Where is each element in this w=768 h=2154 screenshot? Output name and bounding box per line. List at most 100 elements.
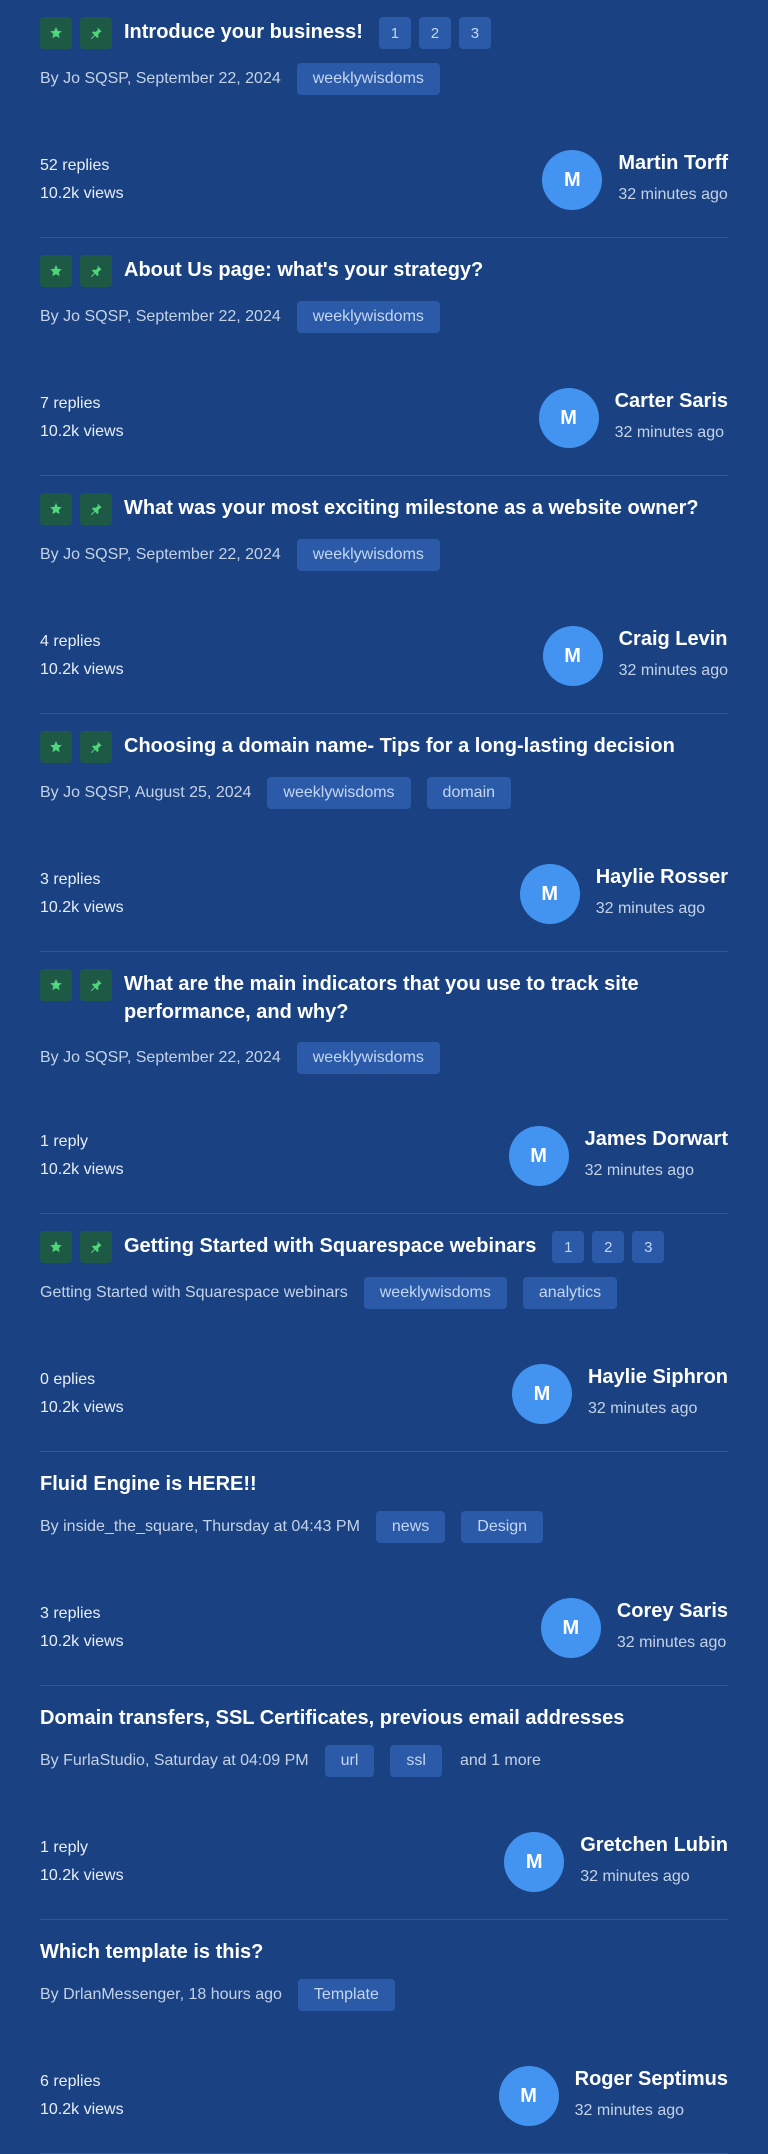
topic-title[interactable]: What was your most exciting milestone as… bbox=[124, 494, 699, 522]
avatar[interactable]: M bbox=[511, 1364, 572, 1424]
last-poster: M Corey Saris 32 minutes ago bbox=[540, 1596, 728, 1658]
last-poster: M Martin Torff 32 minutes ago bbox=[542, 150, 728, 210]
reply-count: 6 replies bbox=[40, 2073, 101, 2090]
view-count: 10.2k views bbox=[40, 1161, 124, 1178]
pin-icon[interactable] bbox=[80, 731, 112, 763]
topic-stats: 52 replies 10.2k views bbox=[40, 152, 124, 208]
tag-domain[interactable]: domain bbox=[426, 777, 512, 809]
last-poster-name[interactable]: Carter Saris bbox=[615, 386, 728, 416]
topic-stats: 1 reply 10.2k views bbox=[40, 1834, 124, 1890]
topic-title[interactable]: Choosing a domain name- Tips for a long-… bbox=[124, 732, 675, 760]
last-poster-name[interactable]: Craig Levin bbox=[619, 624, 728, 654]
tag-weeklywisdoms[interactable]: weeklywisdoms bbox=[363, 1277, 507, 1309]
avatar[interactable]: M bbox=[542, 150, 603, 210]
pin-icon[interactable] bbox=[80, 493, 112, 525]
topic-byline: By Jo SQSP, September 22, 2024 bbox=[40, 70, 281, 87]
last-post-time: 32 minutes ago bbox=[574, 2102, 685, 2119]
pin-icon[interactable] bbox=[80, 969, 112, 1001]
reply-count: 4 replies bbox=[40, 633, 101, 650]
avatar[interactable]: M bbox=[538, 388, 599, 448]
tag-template[interactable]: Template bbox=[297, 1979, 395, 2011]
topic-title[interactable]: Introduce your business! bbox=[124, 18, 363, 46]
avatar[interactable]: M bbox=[498, 2066, 559, 2126]
last-poster: M Gretchen Lubin 32 minutes ago bbox=[504, 1832, 728, 1892]
avatar[interactable]: M bbox=[540, 1598, 601, 1658]
topic-byline: By Jo SQSP, September 22, 2024 bbox=[40, 308, 281, 325]
topic-status-icons bbox=[40, 1231, 112, 1263]
last-poster-name[interactable]: Gretchen Lubin bbox=[580, 1830, 728, 1860]
tag-news[interactable]: news bbox=[375, 1511, 446, 1543]
reply-count: 7 replies bbox=[40, 395, 101, 412]
page-button-2[interactable]: 2 bbox=[592, 1231, 625, 1263]
view-count: 10.2k views bbox=[40, 661, 124, 678]
last-poster-name[interactable]: Haylie Rosser bbox=[596, 862, 728, 892]
tag-weeklywisdoms[interactable]: weeklywisdoms bbox=[296, 301, 440, 333]
star-icon[interactable] bbox=[40, 731, 72, 763]
avatar[interactable]: M bbox=[542, 626, 603, 686]
topic-byline: By Jo SQSP, September 22, 2024 bbox=[40, 1049, 281, 1066]
view-count: 10.2k views bbox=[40, 423, 124, 440]
topic-title[interactable]: What are the main indicators that you us… bbox=[124, 970, 728, 1026]
avatar[interactable]: M bbox=[519, 864, 580, 924]
topic-meta: By inside_the_square, Thursday at 04:43 … bbox=[40, 1511, 544, 1543]
star-icon[interactable] bbox=[40, 493, 72, 525]
topic-stats: 0 eplies 10.2k views bbox=[40, 1366, 124, 1422]
view-count: 10.2k views bbox=[40, 1633, 124, 1650]
topic-meta: By Jo SQSP, August 25, 2024 weeklywisdoms… bbox=[40, 777, 512, 809]
topic-stats: 4 replies 10.2k views bbox=[40, 628, 124, 684]
tag-weeklywisdoms[interactable]: weeklywisdoms bbox=[296, 539, 440, 571]
topic-meta: By Jo SQSP, September 22, 2024 weeklywisd… bbox=[40, 301, 440, 333]
view-count: 10.2k views bbox=[40, 185, 124, 202]
topic-title[interactable]: Getting Started with Squarespace webinar… bbox=[124, 1232, 536, 1260]
tag-weeklywisdoms[interactable]: weeklywisdoms bbox=[267, 777, 411, 809]
topic-title-row: Introduce your business! 1 2 3 bbox=[40, 17, 728, 49]
topic-status-icons bbox=[40, 731, 112, 763]
last-poster-name[interactable]: James Dorwart bbox=[585, 1124, 728, 1154]
topic-byline: By DrlanMessenger, 18 hours ago bbox=[40, 1986, 282, 2003]
topic-title[interactable]: Fluid Engine is HERE!! bbox=[40, 1470, 257, 1498]
topic-item: Which template is this? By DrlanMessenger… bbox=[40, 1938, 728, 2154]
page-button-3[interactable]: 3 bbox=[458, 17, 491, 49]
topic-title[interactable]: Which template is this? bbox=[40, 1938, 263, 1966]
avatar[interactable]: M bbox=[504, 1832, 565, 1892]
last-poster-info: Roger Septimus 32 minutes ago bbox=[575, 2064, 728, 2126]
topic-byline: By FurlaStudio, Saturday at 04:09 PM bbox=[40, 1752, 309, 1769]
topic-item: What was your most exciting milestone as… bbox=[40, 493, 728, 714]
topic-meta: By Jo SQSP, September 22, 2024 weeklywisd… bbox=[40, 539, 440, 571]
pin-icon[interactable] bbox=[80, 1231, 112, 1263]
topic-title[interactable]: About Us page: what's your strategy? bbox=[124, 256, 483, 284]
page-button-1[interactable]: 1 bbox=[552, 1231, 585, 1263]
avatar[interactable]: M bbox=[508, 1126, 569, 1186]
tag-ssl[interactable]: ssl bbox=[390, 1745, 442, 1777]
last-post-time: 32 minutes ago bbox=[616, 1634, 727, 1651]
topic-title[interactable]: Domain transfers, SSL Certificates, prev… bbox=[40, 1704, 624, 1732]
last-poster-name[interactable]: Haylie Siphron bbox=[588, 1362, 728, 1392]
tag-weeklywisdoms[interactable]: weeklywisdoms bbox=[296, 63, 440, 95]
last-poster-name[interactable]: Roger Septimus bbox=[575, 2064, 728, 2094]
topic-item: Choosing a domain name- Tips for a long-… bbox=[40, 731, 728, 952]
topic-stats: 3 replies 10.2k views bbox=[40, 866, 124, 922]
pin-icon[interactable] bbox=[80, 255, 112, 287]
tag-analytics[interactable]: analytics bbox=[522, 1277, 618, 1309]
page-button-2[interactable]: 2 bbox=[418, 17, 451, 49]
topic-pagination: 123 bbox=[552, 1231, 665, 1263]
tag-design[interactable]: Design bbox=[461, 1511, 544, 1543]
reply-count: 52 replies bbox=[40, 157, 110, 174]
page-button-3[interactable]: 3 bbox=[632, 1231, 665, 1263]
topic-meta: By Jo SQSP, September 22, 2024 weeklywisd… bbox=[40, 1042, 440, 1074]
topic-title-row: About Us page: what's your strategy? bbox=[40, 255, 728, 287]
star-icon[interactable] bbox=[40, 1231, 72, 1263]
last-post-time: 32 minutes ago bbox=[614, 424, 724, 441]
more-tags-link[interactable]: and 1 more bbox=[460, 1752, 541, 1770]
tag-weeklywisdoms[interactable]: weeklywisdoms bbox=[296, 1042, 440, 1074]
topic-item: What are the main indicators that you us… bbox=[40, 969, 728, 1214]
star-icon[interactable] bbox=[40, 969, 72, 1001]
tag-url[interactable]: url bbox=[324, 1745, 375, 1777]
last-poster: M Carter Saris 32 minutes ago bbox=[538, 386, 728, 448]
star-icon[interactable] bbox=[40, 17, 72, 49]
pin-icon[interactable] bbox=[80, 17, 112, 49]
star-icon[interactable] bbox=[40, 255, 72, 287]
last-poster-name[interactable]: Martin Torff bbox=[618, 148, 728, 178]
page-button-1[interactable]: 1 bbox=[378, 17, 411, 49]
last-poster-name[interactable]: Corey Saris bbox=[617, 1596, 728, 1626]
